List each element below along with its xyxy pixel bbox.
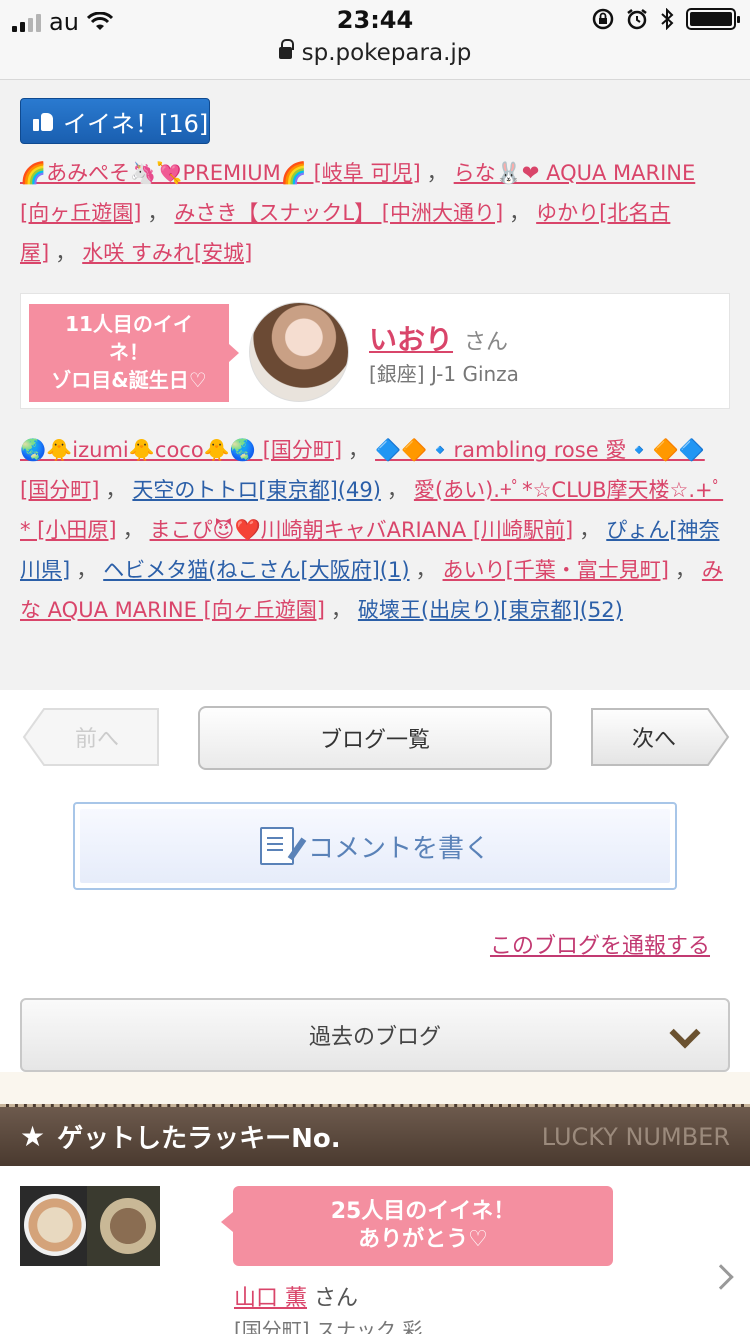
lucky-honorific: さん: [314, 1286, 359, 1311]
liker-separator: ，: [386, 478, 408, 502]
bluetooth-icon: [661, 8, 674, 30]
liker-separator: ，: [579, 518, 601, 542]
liker-link[interactable]: あいり[千葉・富士見町]: [443, 558, 669, 582]
thumbs-up-icon: [33, 111, 55, 131]
liker-link[interactable]: 🌏🐥izumi🐥coco🐥🌏 [国分町]: [20, 438, 342, 462]
liker-separator: ，: [55, 241, 77, 265]
featured-badge-line3: ゾロ目&誕生日♡: [51, 368, 207, 392]
likers-list-bottom: 🌏🐥izumi🐥coco🐥🌏 [国分町]， 🔷🔶🔹rambling rose 愛🔹…: [20, 430, 730, 630]
featured-honorific: さん: [464, 330, 509, 355]
liker-link[interactable]: 水咲 すみれ[安城]: [82, 241, 252, 265]
lucky-title: ゲットしたラッキーNo.: [57, 1124, 341, 1154]
write-comment-button[interactable]: コメントを書く: [73, 802, 677, 890]
url-text: sp.pokepara.jp: [301, 40, 472, 66]
featured-badge: 11人目のイイ ネ！ ゾロ目&誕生日♡: [29, 304, 239, 402]
status-right: [592, 8, 740, 30]
liker-separator: ，: [76, 558, 98, 582]
url-bar[interactable]: sp.pokepara.jp: [0, 39, 750, 66]
status-bar: au 23:44 sp.pokepara.jp: [0, 0, 750, 80]
blog-list-label: ブログ一覧: [319, 728, 430, 753]
featured-badge-line1: 11人目のイイ: [65, 312, 193, 336]
liker-link[interactable]: 天空のトトロ[東京都](49): [132, 478, 381, 502]
liker-separator: ，: [330, 598, 352, 622]
liker-separator: ，: [105, 478, 127, 502]
lucky-badge-line2: ありがとう♡: [358, 1227, 488, 1252]
like-button[interactable]: イイネ！[16]: [20, 98, 210, 144]
section-spacer: [0, 1072, 750, 1106]
chevron-down-icon: [669, 1017, 701, 1049]
liker-link[interactable]: みさき【スナックL】 [中洲大通り]: [174, 201, 503, 225]
liker-link[interactable]: 🌈あみぺそ🦄💘PREMIUM🌈 [岐阜 可児]: [20, 161, 421, 185]
liker-separator: ，: [122, 518, 144, 542]
past-blog-dropdown[interactable]: 過去のブログ: [20, 998, 730, 1072]
report-blog-link[interactable]: このブログを通報する: [490, 928, 710, 960]
lock-icon: [278, 39, 294, 59]
liker-link[interactable]: 破壊王(出戻り)[東京都](52): [358, 598, 623, 622]
lucky-name-link[interactable]: 山口 薫: [234, 1280, 307, 1312]
chevron-right-icon[interactable]: [708, 1264, 734, 1290]
liker-separator: ，: [348, 438, 370, 462]
next-label: 次へ: [631, 727, 676, 752]
liker-separator: ，: [426, 161, 448, 185]
alarm-icon: [627, 9, 647, 30]
liker-link[interactable]: まこぴ😈❤️川崎朝キャバARIANA [川崎駅前]: [150, 518, 574, 542]
featured-name-link[interactable]: いおり: [369, 318, 453, 358]
featured-shop: [銀座] J-1 Ginza: [369, 362, 519, 386]
likers-list-top: 🌈あみぺそ🦄💘PREMIUM🌈 [岐阜 可児]，らな🐰❤ AQUA MARINE…: [20, 153, 730, 273]
lucky-number-header: ★ ゲットしたラッキーNo. LUCKY NUMBER: [0, 1104, 750, 1166]
battery-icon: [686, 8, 740, 30]
lucky-shop: [国分町] スナック 彩: [234, 1318, 423, 1334]
avatar[interactable]: [249, 302, 349, 402]
past-blog-label: 過去のブログ: [308, 1025, 441, 1050]
liker-separator: ，: [674, 558, 696, 582]
star-icon: ★: [20, 1120, 46, 1153]
write-comment-label: コメントを書く: [307, 833, 490, 864]
next-button[interactable]: 次へ: [590, 707, 730, 767]
lucky-photo[interactable]: [20, 1186, 160, 1266]
lucky-title-en: LUCKY NUMBER: [541, 1123, 730, 1151]
lucky-badge: 25人目のイイネ！ ありがとう♡: [221, 1186, 613, 1266]
liker-separator: ，: [147, 201, 169, 225]
like-button-label: イイネ！[16]: [63, 109, 209, 138]
document-pen-icon: [259, 827, 294, 865]
prev-button[interactable]: 前へ: [22, 707, 160, 767]
liker-link[interactable]: ヘビメタ猫(ねこさん[大阪府](1): [103, 558, 409, 582]
rotation-lock-icon: [592, 8, 614, 30]
liker-separator: ，: [415, 558, 437, 582]
blog-list-button[interactable]: ブログ一覧: [198, 706, 552, 770]
featured-liker-card[interactable]: 11人目のイイ ネ！ ゾロ目&誕生日♡ いおり さん [銀座] J-1 Ginz…: [20, 293, 730, 409]
lucky-badge-line1: 25人目のイイネ！: [330, 1199, 516, 1224]
featured-badge-line2: ネ！: [109, 340, 149, 364]
prev-label: 前へ: [74, 727, 119, 752]
liker-separator: ，: [509, 201, 531, 225]
